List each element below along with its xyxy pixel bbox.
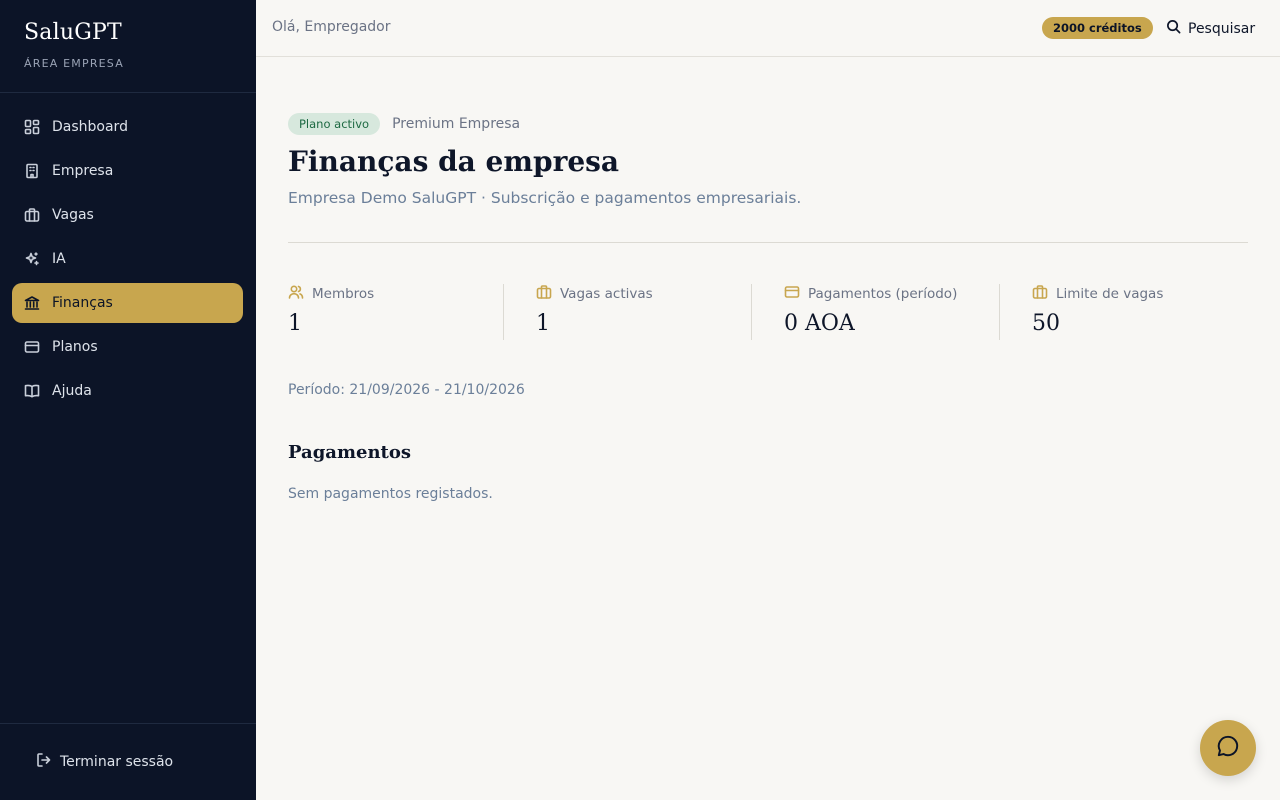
payments-empty-state: Sem pagamentos registados. <box>288 486 493 502</box>
sidebar-divider <box>0 92 256 93</box>
sidebar-nav: Dashboard Empresa Vagas IA Finanças Plan… <box>12 107 243 415</box>
dashboard-icon <box>24 119 40 135</box>
brand-name: SaluGPT <box>24 20 122 45</box>
sidebar-item-empresa[interactable]: Empresa <box>12 151 243 191</box>
sidebar-item-label: Vagas <box>52 207 94 223</box>
chat-button[interactable] <box>1200 720 1256 776</box>
stat-job-limit: Limite de vagas 50 <box>1032 284 1163 340</box>
stat-divider <box>999 284 1000 340</box>
search-icon <box>1166 19 1188 38</box>
content-divider <box>288 242 1248 243</box>
stat-label: Vagas activas <box>560 286 653 302</box>
search-button[interactable]: Pesquisar <box>1166 19 1255 38</box>
plan-name: Premium Empresa <box>392 116 521 132</box>
sidebar-item-ia[interactable]: IA <box>12 239 243 279</box>
briefcase-icon <box>24 207 40 223</box>
brand: SaluGPT ÁREA EMPRESA <box>24 20 124 70</box>
payments-heading: Pagamentos <box>288 442 412 463</box>
search-label: Pesquisar <box>1188 20 1256 37</box>
sidebar-item-label: IA <box>52 251 66 267</box>
plan-status-badge: Plano activo <box>288 113 381 135</box>
briefcase-icon <box>1032 284 1056 304</box>
stat-value: 1 <box>288 311 302 336</box>
stat-value: 1 <box>536 311 550 336</box>
stat-members: Membros 1 <box>288 284 374 340</box>
logout-label: Terminar sessão <box>60 754 174 770</box>
briefcase-icon <box>536 284 560 304</box>
stats-row: Membros 1 Vagas activas 1 Pagamentos (pe… <box>288 284 1248 340</box>
users-icon <box>288 284 312 304</box>
building-icon <box>24 163 40 179</box>
sidebar-item-ajuda[interactable]: Ajuda <box>12 371 243 411</box>
plan-row: Plano activo Premium Empresa <box>288 113 520 135</box>
credit-card-icon <box>24 339 40 355</box>
greeting: Olá, Empregador <box>272 19 391 35</box>
chat-bubble-icon <box>1215 733 1241 763</box>
sparkles-icon <box>24 251 40 267</box>
sidebar-item-vagas[interactable]: Vagas <box>12 195 243 235</box>
credits-badge[interactable]: 2000 créditos <box>1042 17 1153 39</box>
stat-label: Pagamentos (período) <box>808 286 958 302</box>
stat-active-jobs: Vagas activas 1 <box>536 284 653 340</box>
sidebar: SaluGPT ÁREA EMPRESA Dashboard Empresa V… <box>0 0 256 800</box>
book-icon <box>24 383 40 399</box>
sidebar-item-dashboard[interactable]: Dashboard <box>12 107 243 147</box>
sidebar-item-planos[interactable]: Planos <box>12 327 243 367</box>
sidebar-item-label: Planos <box>52 339 98 355</box>
sidebar-item-label: Ajuda <box>52 383 92 399</box>
sidebar-bottom-divider <box>0 723 256 724</box>
top-bar: Olá, Empregador 2000 créditos Pesquisar <box>256 0 1280 57</box>
stat-label: Limite de vagas <box>1056 286 1164 302</box>
stat-label: Membros <box>312 286 375 302</box>
stat-divider <box>503 284 504 340</box>
sidebar-item-label: Finanças <box>52 295 113 311</box>
bank-icon <box>24 295 40 311</box>
stat-value: 0 AOA <box>784 311 855 336</box>
logout-icon <box>36 752 60 772</box>
sidebar-item-label: Dashboard <box>52 119 128 135</box>
stat-value: 50 <box>1032 311 1060 336</box>
stat-divider <box>751 284 752 340</box>
page-subtitle: Empresa Demo SaluGPT · Subscrição e paga… <box>288 189 802 207</box>
brand-subtitle: ÁREA EMPRESA <box>24 57 124 70</box>
credit-card-icon <box>784 284 808 304</box>
stat-payments: Pagamentos (período) 0 AOA <box>784 284 957 340</box>
logout-button[interactable]: Terminar sessão <box>36 752 173 772</box>
page-title: Finanças da empresa <box>288 145 620 178</box>
sidebar-item-label: Empresa <box>52 163 114 179</box>
sidebar-item-financas[interactable]: Finanças <box>12 283 243 323</box>
period-text: Período: 21/09/2026 - 21/10/2026 <box>288 382 525 398</box>
